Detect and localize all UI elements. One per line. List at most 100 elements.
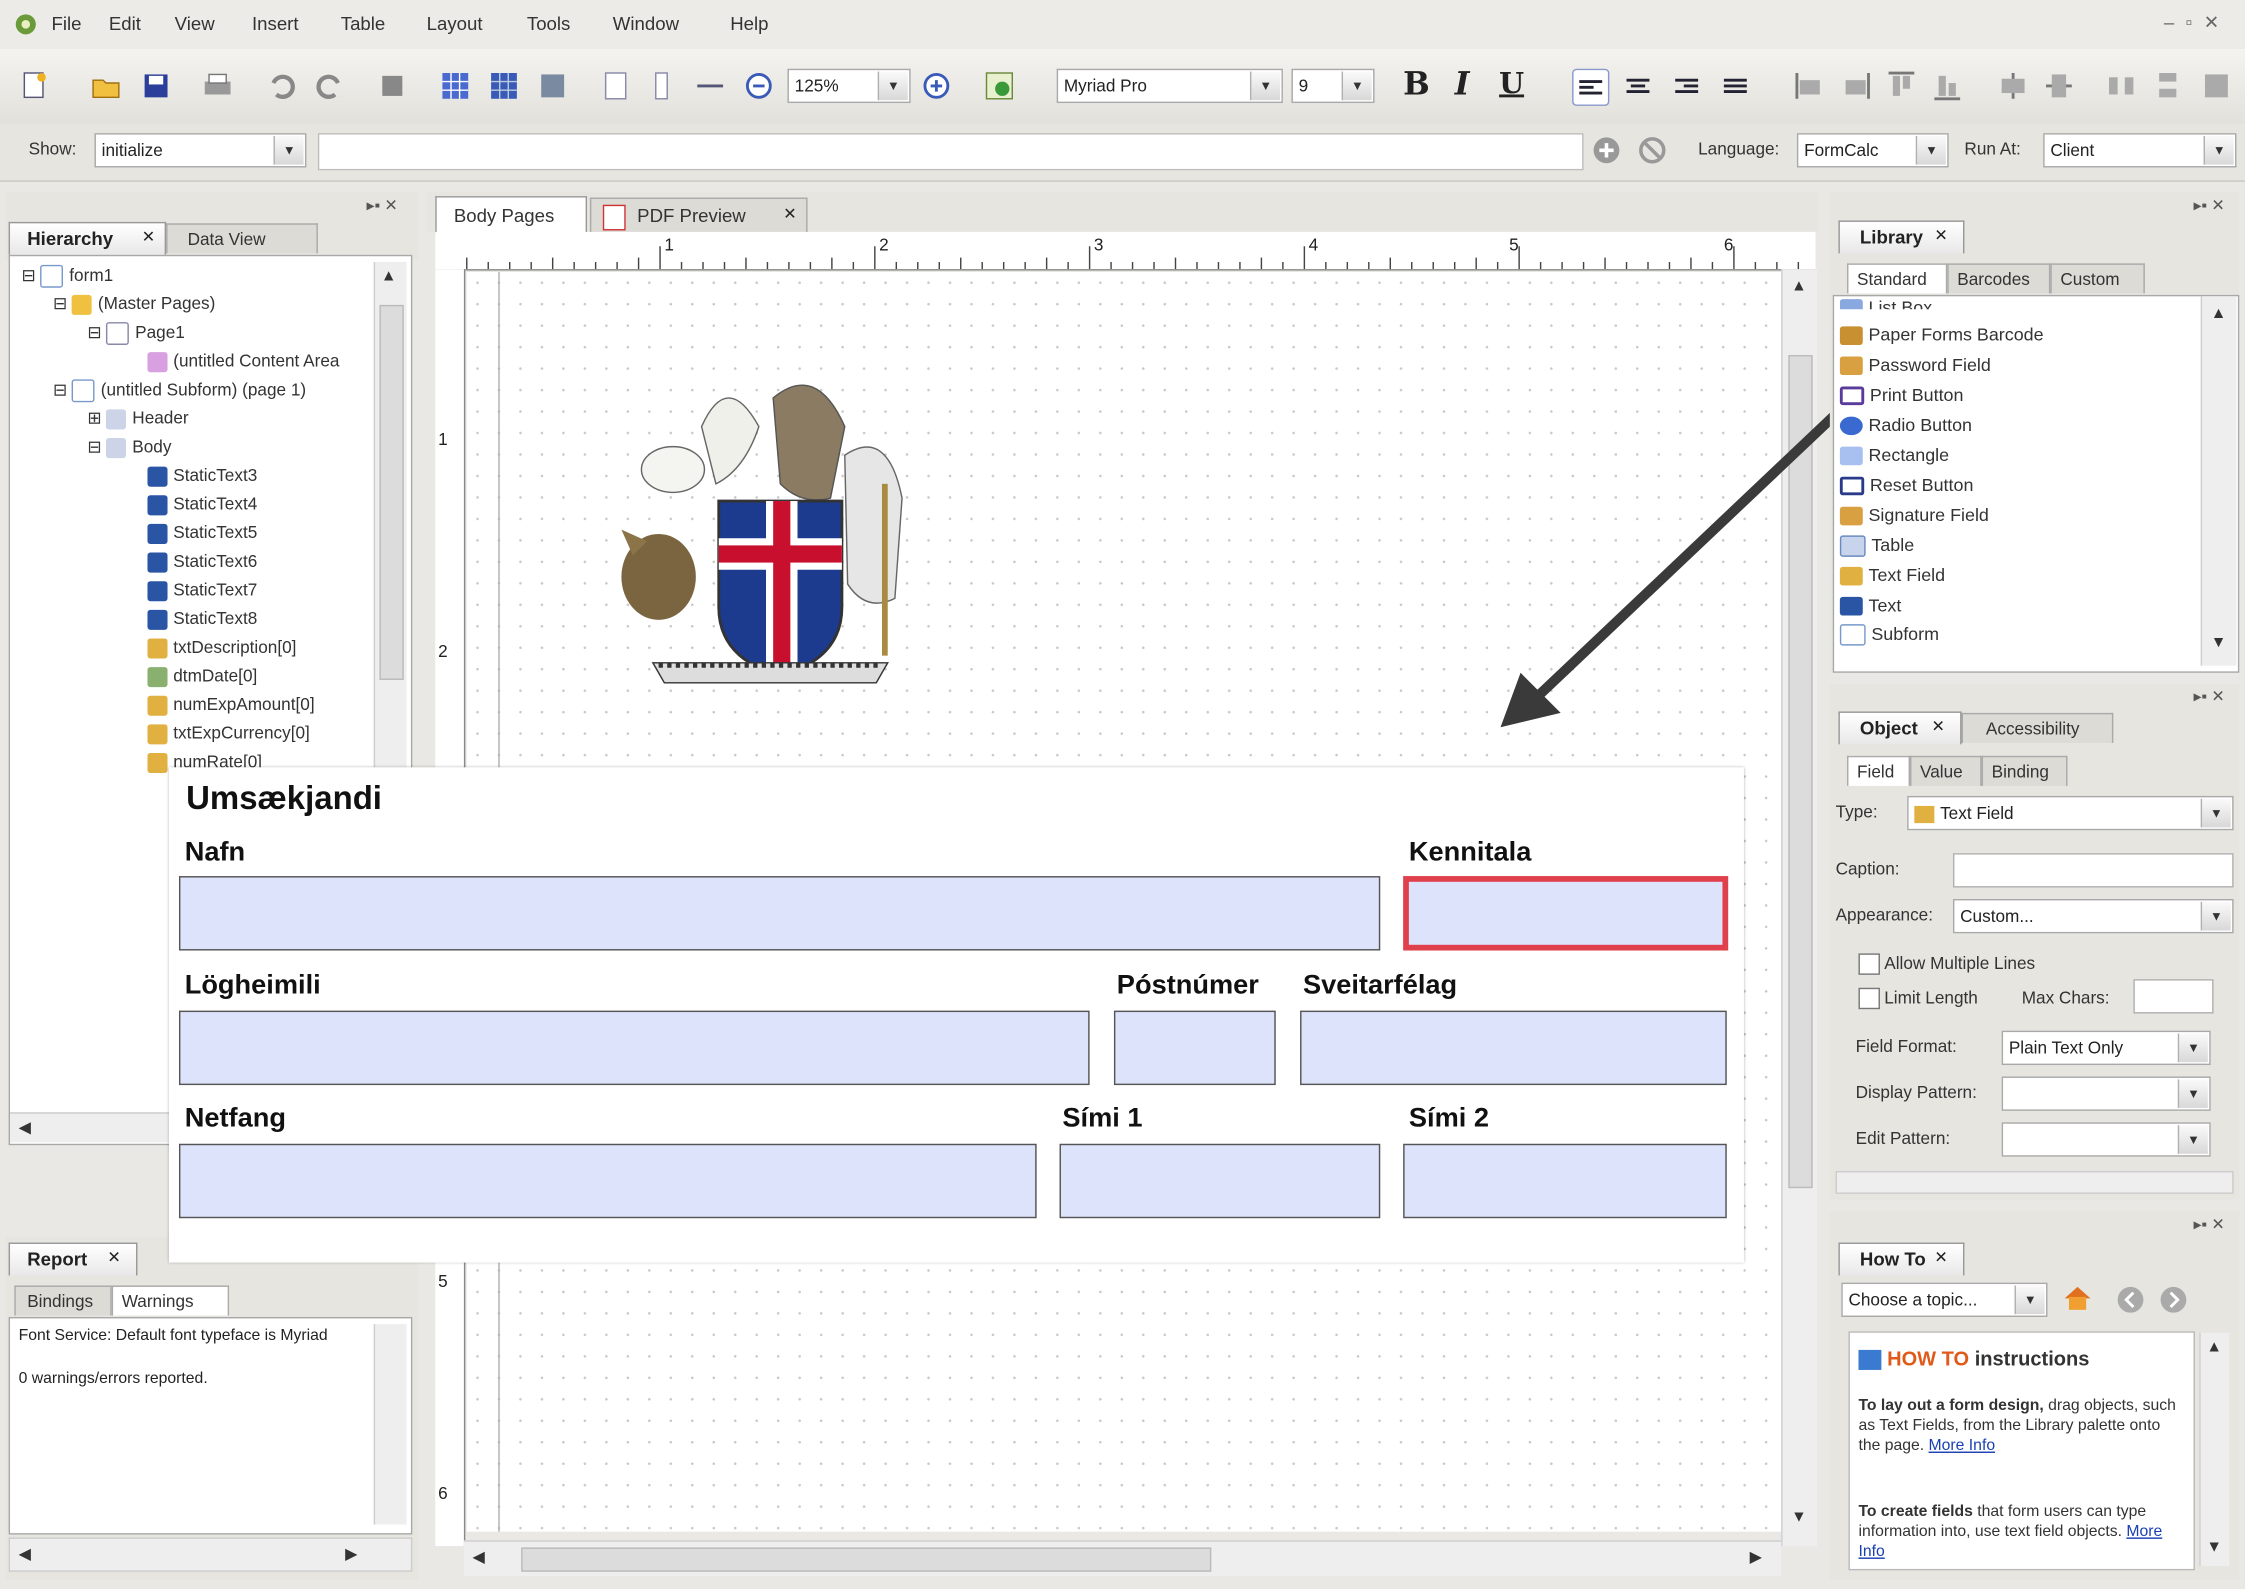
menu-layout[interactable]: Layout [427, 13, 483, 34]
tab-howto[interactable]: How To ✕ [1838, 1242, 1965, 1276]
tab-accessibility[interactable]: Accessibility [1961, 712, 2114, 743]
menu-window[interactable]: Window [613, 13, 679, 34]
panel-close-icon[interactable]: ▸▪ ✕ [2194, 196, 2225, 215]
library-item-radio-button[interactable]: Radio Button [1839, 415, 1972, 436]
tree-item-master-pages[interactable]: ⊟ (Master Pages) [53, 293, 215, 315]
center-vertical-icon[interactable] [2042, 69, 2076, 103]
library-scrollbar[interactable]: ▲ ▼ [2200, 296, 2237, 666]
panel-close-icon[interactable]: ▸▪ ✕ [2194, 687, 2225, 706]
open-icon[interactable] [89, 69, 123, 103]
tab-value[interactable]: Value [1910, 755, 1982, 786]
library-item-text-field[interactable]: Text Field [1839, 565, 1945, 586]
tree-item-numexpamount[interactable]: numExpAmount[0] [147, 694, 315, 716]
nafn-field[interactable] [178, 876, 1381, 951]
prohibit-icon[interactable] [1638, 136, 1667, 165]
scroll-down-icon[interactable]: ▼ [2211, 634, 2227, 651]
tree-item-txtexpcurrency[interactable]: txtExpCurrency[0] [147, 723, 310, 745]
tab-barcodes[interactable]: Barcodes [1947, 263, 2051, 294]
tree-item-subform[interactable]: ⊟ (untitled Subform) (page 1) [53, 379, 306, 403]
center-horizontal-icon[interactable] [1996, 69, 2030, 103]
close-icon[interactable]: ✕ [783, 205, 796, 223]
tab-pdf-preview[interactable]: PDF Preview ✕ [589, 197, 808, 234]
underline-button[interactable]: U [1499, 66, 1524, 100]
tree-item-content-area[interactable]: (untitled Content Area [147, 351, 339, 372]
object-hscrollbar[interactable] [1835, 1170, 2234, 1194]
runat-select[interactable]: Client ▼ [2043, 133, 2237, 168]
tree-item-statictext5[interactable]: StaticText5 [147, 522, 257, 544]
align-right-icon[interactable] [1669, 69, 1703, 103]
tab-body-pages[interactable]: Body Pages [435, 196, 588, 235]
menu-view[interactable]: View [175, 13, 215, 34]
tab-report[interactable]: Report ✕ [8, 1242, 138, 1276]
canvas-hscrollbar[interactable]: ◀ ▶ [463, 1540, 1782, 1577]
display-pattern-select[interactable]: ▼ [2001, 1076, 2211, 1111]
library-item-table[interactable]: Table [1839, 535, 1914, 558]
type-select[interactable]: Text Field ▼ [1907, 795, 2234, 831]
scroll-thumb[interactable] [379, 304, 404, 680]
tab-field[interactable]: Field [1847, 755, 1911, 786]
tree-item-statictext7[interactable]: StaticText7 [147, 580, 257, 601]
align-objects-bottom-icon[interactable] [1930, 69, 1964, 103]
align-left-icon[interactable] [1572, 68, 1610, 106]
kennitala-field[interactable] [1403, 876, 1729, 951]
tab-binding[interactable]: Binding [1981, 755, 2068, 786]
forward-icon[interactable] [2159, 1285, 2188, 1314]
caption-input[interactable] [1952, 853, 2234, 888]
tab-data-view[interactable]: Data View [166, 223, 318, 254]
simi2-field[interactable] [1403, 1143, 1727, 1219]
close-icon[interactable]: ✕ [1931, 717, 1944, 736]
font-select[interactable]: Myriad Pro ▼ [1056, 68, 1283, 104]
limit-length-checkbox[interactable] [1858, 987, 1880, 1010]
scroll-down-icon[interactable]: ▼ [2206, 1539, 2222, 1556]
tab-object[interactable]: Object ✕ [1838, 711, 1962, 745]
allow-multiple-lines-checkbox[interactable] [1858, 953, 1880, 975]
arrange-icon[interactable] [2199, 69, 2233, 103]
tree-item-body[interactable]: ⊟ Body [87, 437, 171, 458]
grid-icon[interactable] [438, 69, 472, 103]
bold-button[interactable]: B [1403, 66, 1430, 103]
redo-icon[interactable] [312, 69, 346, 103]
more-info-link[interactable]: More Info [1929, 1437, 1996, 1454]
italic-button[interactable]: I [1455, 66, 1470, 103]
align-center-icon[interactable] [1621, 69, 1655, 103]
tab-hierarchy[interactable]: Hierarchy ✕ [8, 221, 167, 255]
add-icon[interactable] [1592, 136, 1621, 165]
tab-custom[interactable]: Custom [2050, 263, 2145, 294]
stamp-icon[interactable] [375, 69, 409, 103]
logheimili-field[interactable] [178, 1010, 1090, 1086]
library-item-reset-button[interactable]: Reset Button [1839, 475, 1973, 496]
close-icon[interactable]: ✕ [142, 228, 155, 246]
show-event-select[interactable]: initialize ▼ [94, 133, 307, 168]
edit-pattern-select[interactable]: ▼ [2001, 1122, 2211, 1157]
tab-library[interactable]: Library ✕ [1838, 220, 1965, 254]
language-select[interactable]: FormCalc ▼ [1796, 133, 1949, 168]
menu-help[interactable]: Help [730, 13, 768, 34]
zoom-select[interactable]: 125% ▼ [787, 68, 911, 104]
distribute-across-icon[interactable] [2105, 69, 2139, 103]
library-item-list-box[interactable]: List Box [1839, 298, 1932, 310]
scroll-up-icon[interactable]: ▲ [2211, 305, 2227, 322]
tree-item-statictext6[interactable]: StaticText6 [147, 551, 257, 573]
undo-icon[interactable] [265, 69, 299, 103]
align-objects-left-icon[interactable] [1793, 69, 1827, 103]
page-icon[interactable] [598, 69, 632, 103]
close-icon[interactable]: ✕ [1934, 226, 1947, 245]
scroll-right-icon[interactable]: ▶ [345, 1545, 357, 1563]
scroll-left-icon[interactable]: ◀ [19, 1545, 31, 1563]
close-icon[interactable]: ✕ [1934, 1248, 1947, 1267]
tree-item-dtmdate[interactable]: dtmDate[0] [147, 666, 257, 687]
library-item-signature-field[interactable]: Signature Field [1839, 505, 1989, 526]
tab-warnings[interactable]: Warnings [111, 1285, 230, 1316]
panel-close-icon[interactable]: ▸▪ ✕ [367, 196, 398, 215]
menu-file[interactable]: File [52, 13, 82, 34]
sveitarfelag-field[interactable] [1300, 1010, 1727, 1086]
postnumer-field[interactable] [1113, 1010, 1276, 1086]
align-objects-top-icon[interactable] [1884, 69, 1918, 103]
distribute-down-icon[interactable] [2151, 69, 2185, 103]
back-icon[interactable] [2116, 1285, 2145, 1314]
font-size-select[interactable]: 9 ▼ [1291, 68, 1375, 104]
zoom-out-icon[interactable] [742, 69, 776, 103]
snap-grid-icon[interactable] [487, 69, 521, 103]
script-input[interactable] [317, 133, 1584, 171]
tab-standard[interactable]: Standard [1847, 263, 1948, 294]
